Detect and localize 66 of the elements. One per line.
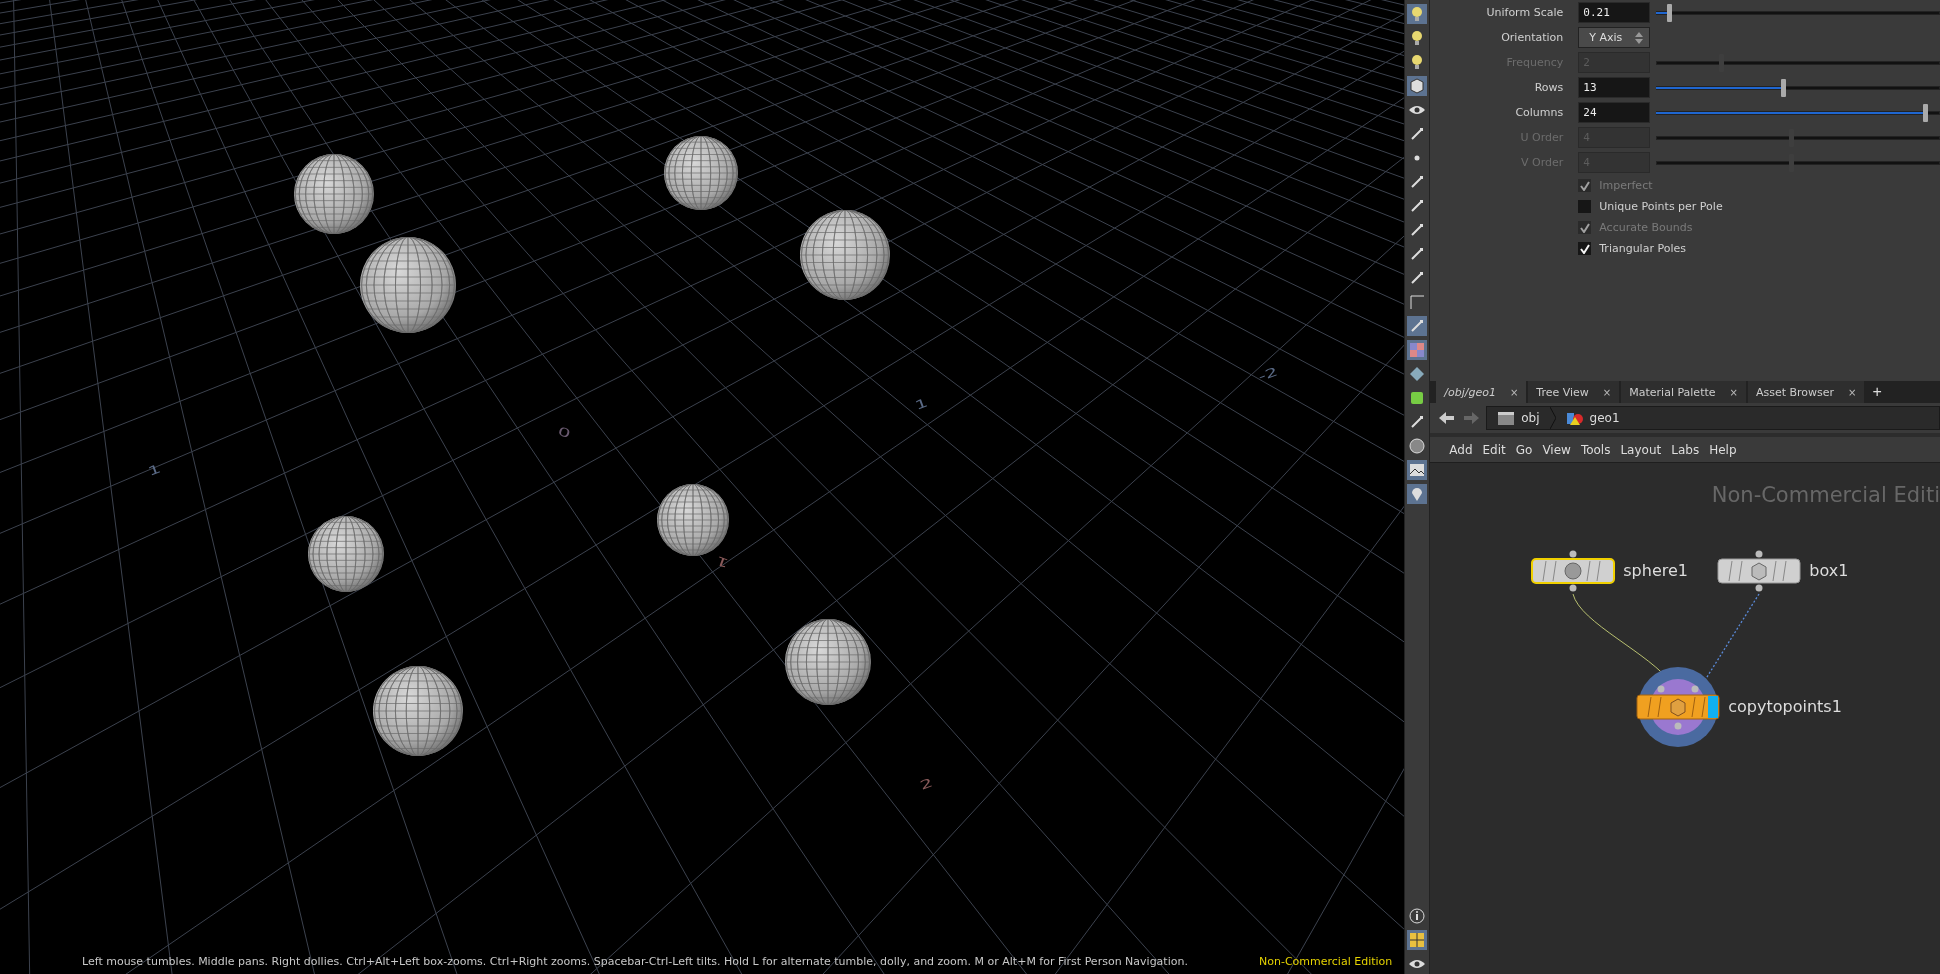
pane-tab[interactable]: /obj/geo1 × bbox=[1436, 381, 1527, 403]
copy-node[interactable] bbox=[1636, 667, 1720, 747]
bulb-icon[interactable] bbox=[1407, 4, 1428, 24]
sphere-drawing bbox=[657, 484, 729, 556]
edition-watermark: Non-Commercial Editi bbox=[1711, 483, 1940, 507]
slider-handle[interactable] bbox=[1780, 78, 1786, 97]
grid-icon[interactable] bbox=[1407, 930, 1428, 950]
path-crumb[interactable]: obj bbox=[1493, 410, 1544, 426]
back-arrow-icon[interactable] bbox=[1438, 410, 1457, 426]
menu-item[interactable]: Help bbox=[1704, 442, 1742, 457]
info-icon[interactable] bbox=[1407, 906, 1428, 926]
node-label: copytopoints1 bbox=[1728, 697, 1842, 716]
pane-tab[interactable]: Material Palette × bbox=[1621, 381, 1746, 403]
geometry-node[interactable] bbox=[1717, 550, 1801, 592]
menu-item[interactable]: Labs bbox=[1666, 442, 1705, 457]
slider-track[interactable] bbox=[1656, 77, 1940, 98]
checkbox[interactable] bbox=[1578, 242, 1592, 255]
value-field[interactable]: 0.21 bbox=[1578, 2, 1651, 23]
slider-track[interactable] bbox=[1656, 127, 1940, 148]
orientation-dropdown[interactable]: Y Axis bbox=[1578, 27, 1651, 48]
menu-item[interactable]: Layout bbox=[1615, 442, 1667, 457]
checkbox[interactable] bbox=[1578, 200, 1592, 213]
checker-icon[interactable] bbox=[1407, 340, 1428, 360]
value-field[interactable]: 13 bbox=[1578, 77, 1651, 98]
menu-item[interactable]: View bbox=[1537, 442, 1576, 457]
edition-label: Non-Commercial Edition bbox=[1259, 955, 1393, 968]
add-tab-button[interactable]: + bbox=[1866, 383, 1888, 401]
slider-track[interactable] bbox=[1656, 52, 1940, 73]
clapboard-icon bbox=[1497, 410, 1516, 426]
cube-icon[interactable] bbox=[1407, 76, 1428, 96]
disc-icon[interactable] bbox=[1407, 436, 1428, 456]
image-icon[interactable] bbox=[1407, 460, 1428, 480]
grid-label: 1 bbox=[145, 461, 163, 479]
pane-tab[interactable]: Tree View × bbox=[1528, 381, 1620, 403]
grid-label: 1 bbox=[912, 395, 930, 413]
menu-item[interactable]: Edit bbox=[1477, 442, 1511, 457]
checkbox-label: Unique Points per Pole bbox=[1599, 200, 1723, 213]
checkbox-label: Imperfect bbox=[1599, 179, 1653, 192]
status-hint: Left mouse tumbles. Middle pans. Right dollies. Ctrl+Alt+Left box-zooms. Ctrl+Right zooms. Spacebar-Ctrl-Left tilts. Hold L for alternate tumble, dolly, and zoom. M or Alt+M for First Person Navigation. bbox=[82, 955, 1188, 968]
checkbox-label: Accurate Bounds bbox=[1599, 221, 1693, 234]
param-label: Columns bbox=[1514, 106, 1565, 119]
node-label: box1 bbox=[1809, 561, 1849, 580]
grid-label: -2 bbox=[1256, 363, 1280, 385]
grid-label: 0 bbox=[555, 423, 573, 441]
menu-item[interactable]: Go bbox=[1510, 442, 1538, 457]
grid-label: 2 bbox=[917, 775, 935, 793]
slider-track[interactable] bbox=[1656, 102, 1940, 123]
param-label: Orientation bbox=[1500, 31, 1565, 44]
menu-item[interactable]: Tools bbox=[1575, 442, 1616, 457]
param-label: Rows bbox=[1533, 81, 1565, 94]
grid-label: 1 bbox=[713, 553, 731, 571]
node-label: sphere1 bbox=[1623, 561, 1688, 580]
pane-tab[interactable]: Asset Browser × bbox=[1747, 381, 1865, 403]
geometry-node[interactable] bbox=[1531, 550, 1616, 592]
param-label: Uniform Scale bbox=[1485, 6, 1565, 19]
value-field[interactable]: 24 bbox=[1578, 102, 1651, 123]
slider-handle[interactable] bbox=[1922, 103, 1928, 122]
slider-track[interactable] bbox=[1656, 2, 1940, 23]
menu-item[interactable]: Add bbox=[1444, 442, 1478, 457]
marker-icon[interactable] bbox=[1407, 484, 1428, 504]
shapes-icon bbox=[1565, 410, 1584, 426]
slider-track[interactable] bbox=[1656, 152, 1940, 173]
up-down-arrows-icon bbox=[1635, 31, 1644, 44]
slider-handle[interactable] bbox=[1667, 3, 1673, 22]
path-crumb[interactable]: geo1 bbox=[1561, 410, 1624, 426]
checkbox-label: Triangular Poles bbox=[1599, 242, 1686, 255]
